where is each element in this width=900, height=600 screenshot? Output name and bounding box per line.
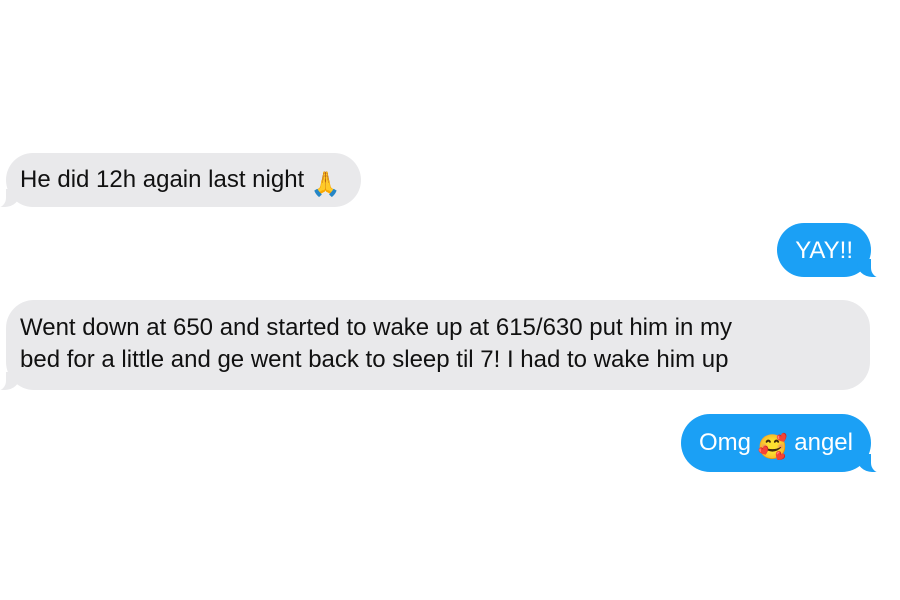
folded-hands-icon: 🙏 xyxy=(310,170,341,198)
message-text: He did 12h again last night 🙏 xyxy=(20,166,341,198)
message-text-content: He did 12h again last night xyxy=(20,166,305,193)
message-line: bed for a little and ge went back to sle… xyxy=(20,346,729,373)
message-text: Went down at 650 and started to wake up … xyxy=(20,312,850,376)
outgoing-message-bubble[interactable]: YAY!! xyxy=(777,223,885,278)
message-text: YAY!! xyxy=(795,237,853,264)
outgoing-message-bubble[interactable]: Omg 🥰 angel xyxy=(681,414,885,473)
smiling-face-with-hearts-icon: 🥰 xyxy=(757,433,788,461)
incoming-message-bubble[interactable]: He did 12h again last night 🙏 xyxy=(0,153,361,208)
message-text-after: angel xyxy=(794,429,853,456)
message-line: Went down at 650 and started to wake up … xyxy=(20,314,732,341)
message-text: Omg 🥰 angel xyxy=(699,429,853,461)
message-thread: He did 12h again last night 🙏 YAY!! Went… xyxy=(0,0,900,600)
incoming-message-bubble[interactable]: Went down at 650 and started to wake up … xyxy=(0,300,870,391)
message-text-before: Omg xyxy=(699,429,752,456)
